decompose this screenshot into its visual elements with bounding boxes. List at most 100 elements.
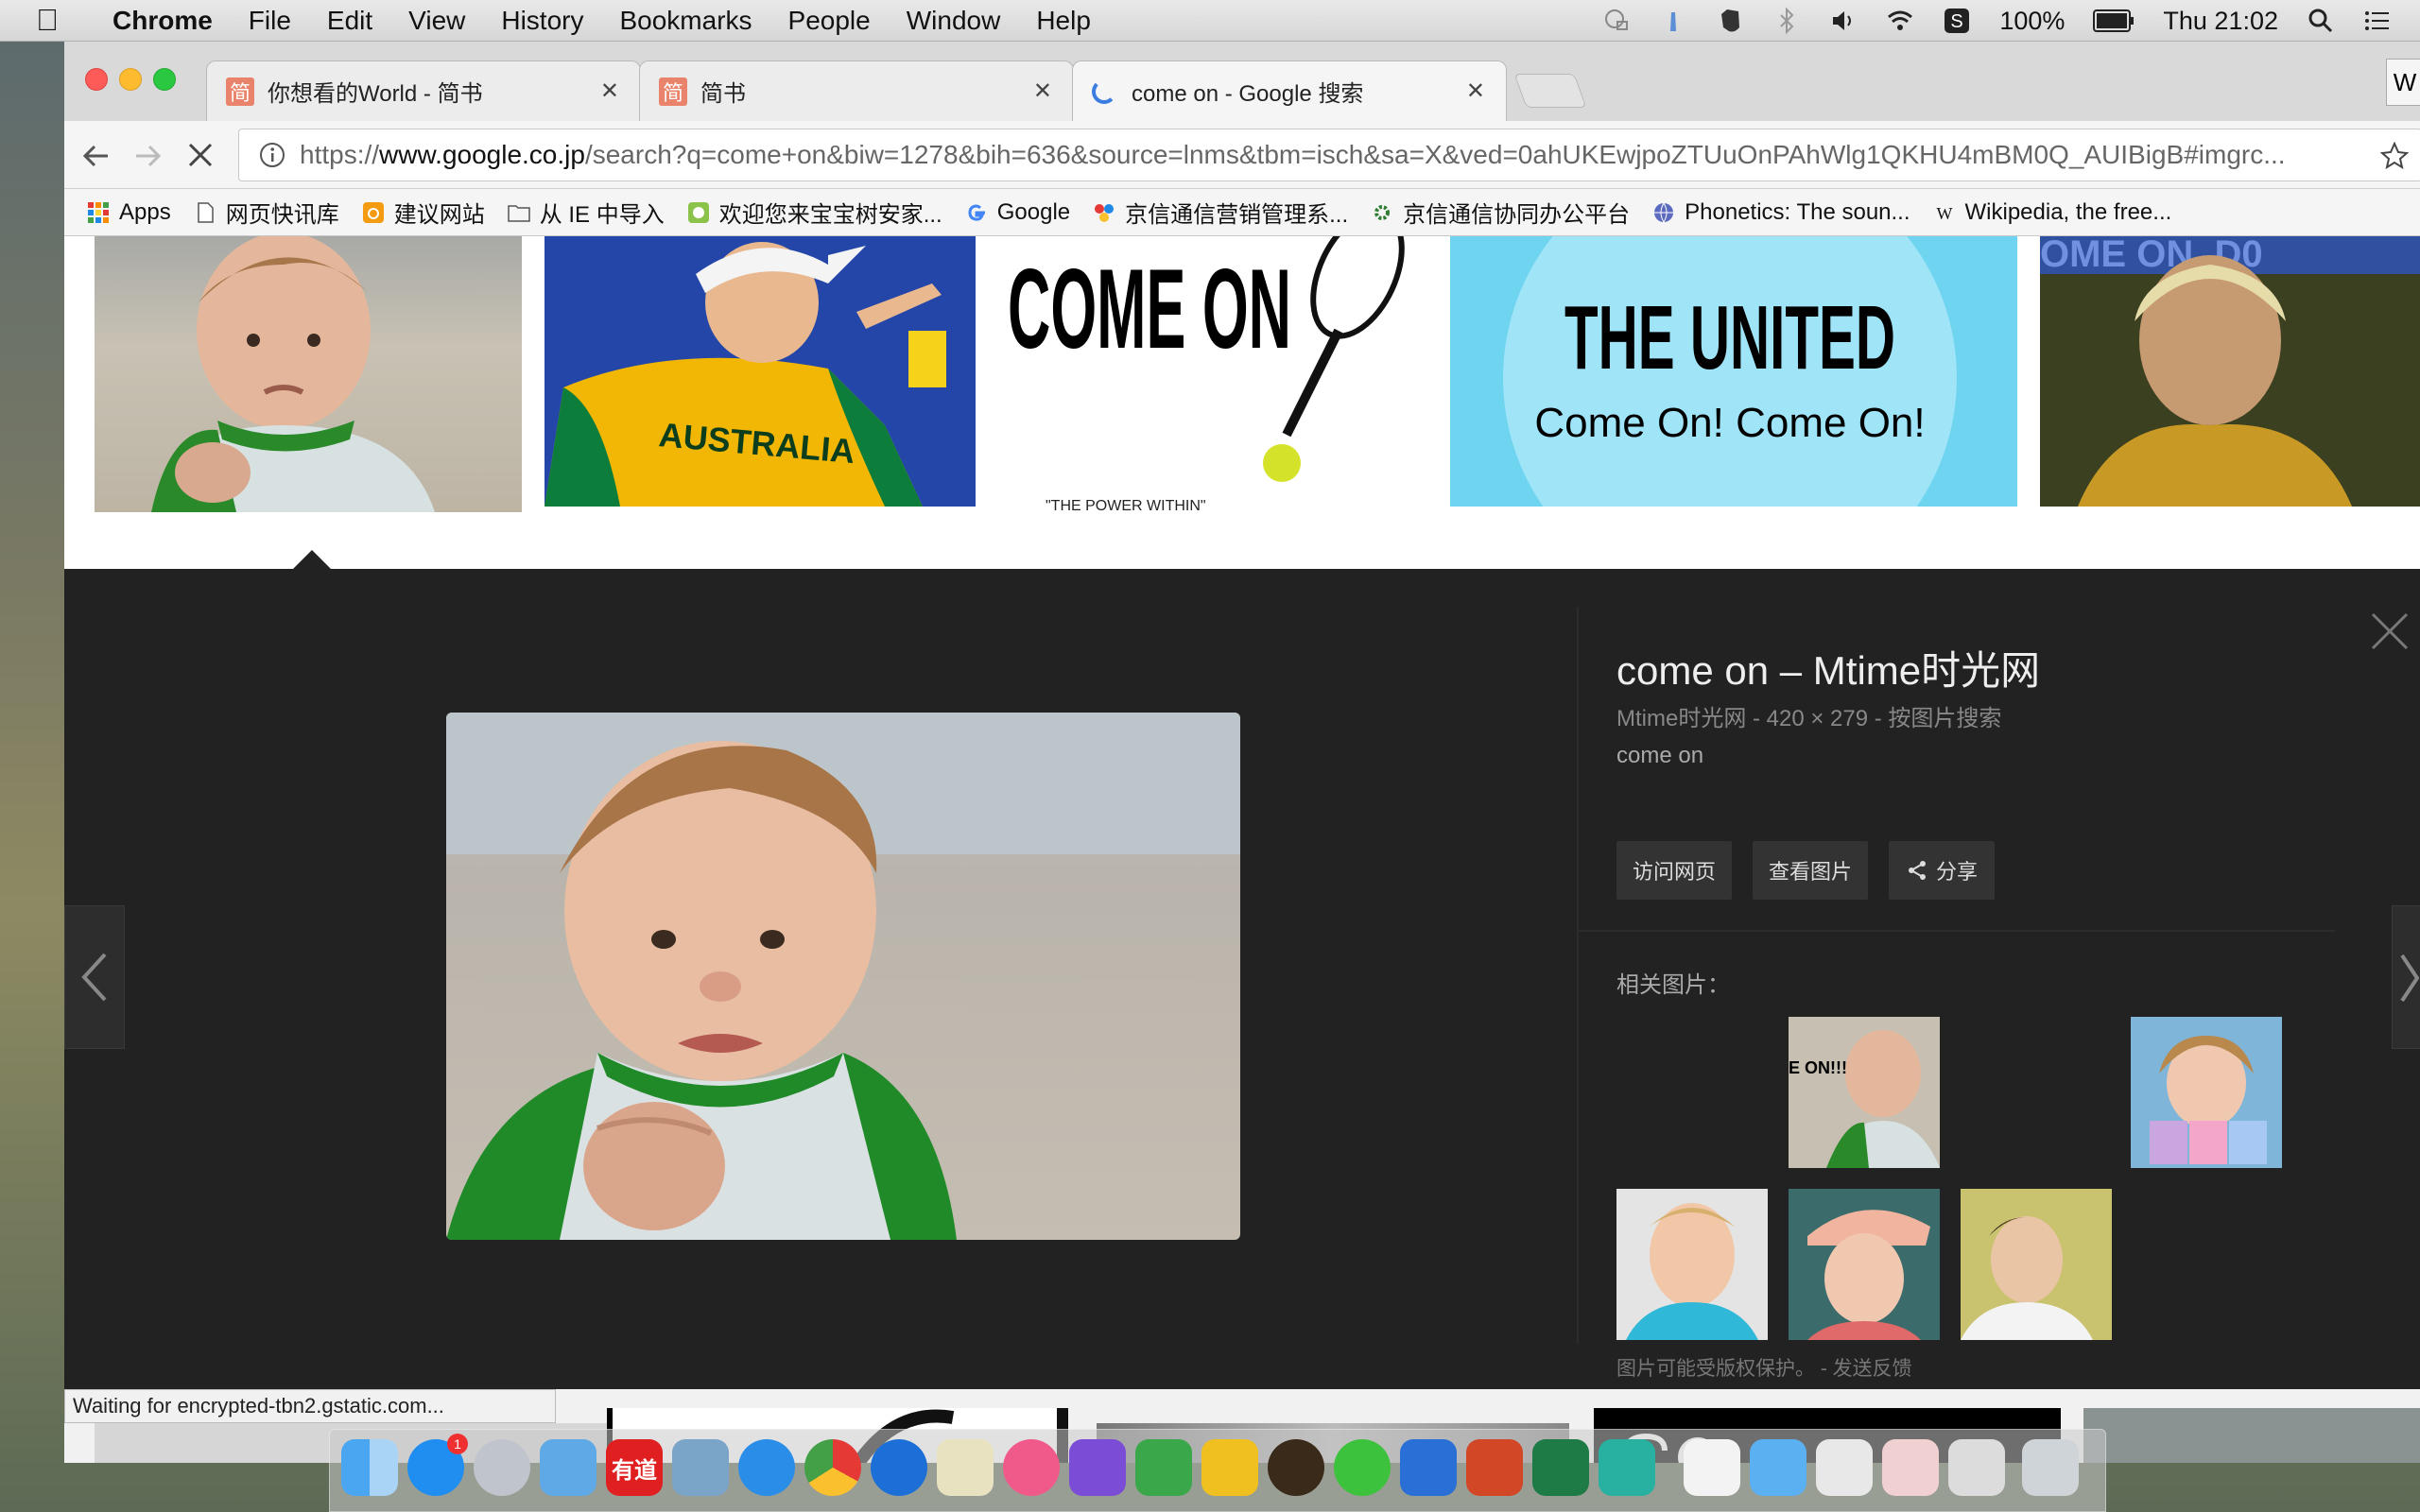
stop-loading-icon[interactable] [185,140,216,170]
close-preview-icon[interactable] [2371,612,2409,650]
related-image-3[interactable] [1616,1189,1768,1340]
itunes-icon[interactable] [1003,1439,1060,1496]
tab-title: 简书 [700,81,746,107]
qq-browser-icon[interactable] [871,1439,927,1496]
search-bubble-icon[interactable] [1602,7,1631,35]
tab-jianshu-world[interactable]: 简 你想看的World - 简书 ✕ [206,60,641,121]
menu-file[interactable]: File [231,6,309,36]
result-image-bottom-5[interactable] [2083,1408,2420,1463]
omnifocus-icon[interactable] [1069,1439,1126,1496]
volume-icon[interactable] [1829,7,1858,35]
safari-icon[interactable] [738,1439,795,1496]
related-image-4[interactable] [1789,1189,1940,1340]
downloads-stack-icon[interactable] [1816,1439,1873,1496]
result-image-baby[interactable] [95,236,522,512]
info-icon[interactable] [258,141,286,169]
related-image-2[interactable] [2131,1017,2282,1168]
finder-icon[interactable] [341,1439,398,1496]
close-window-button[interactable] [85,68,108,91]
zoom-window-button[interactable] [153,68,176,91]
bookmark-jingxin-office[interactable]: 京信通信协同办公平台 [1371,196,1630,229]
app-menu[interactable]: Chrome [95,6,231,36]
wifi-icon[interactable] [1886,7,1914,35]
bookmark-phonetics[interactable]: Phonetics: The soun... [1652,199,1910,226]
evernote-icon[interactable] [1716,7,1744,35]
preview-app-icon[interactable] [540,1439,596,1496]
result-image-australia[interactable]: AUSTRALIA [544,236,976,507]
bookmark-suggested-sites[interactable]: 建议网站 [362,196,485,229]
launchpad-icon[interactable] [474,1439,530,1496]
share-button[interactable]: 分享 [1889,841,1995,900]
sogou-input-icon[interactable]: S [1943,7,1971,35]
minimize-window-button[interactable] [119,68,142,91]
bookmark-folder-ie-import[interactable]: 从 IE 中导入 [507,196,665,229]
document-icon[interactable] [1684,1439,1740,1496]
bluetooth-icon[interactable] [1772,7,1801,35]
the-united-image: THE UNITED Come On! Come On! [1503,236,1957,507]
word-icon[interactable] [1400,1439,1457,1496]
tab-title: 你想看的World - 简书 [268,81,483,107]
menu-help[interactable]: Help [1018,6,1109,36]
screenshot-stack-icon[interactable] [1882,1439,1939,1496]
forward-arrow-icon[interactable] [132,140,164,172]
bookmark-web-slices[interactable]: 网页快讯库 [194,196,339,229]
profile-button[interactable]: W [2386,59,2420,106]
notification-center-icon[interactable] [2363,7,2392,35]
chrome-icon[interactable] [804,1439,861,1496]
preview-meta[interactable]: Mtime时光网 - 420 × 279 - 按图片搜索 [1616,699,2001,732]
bookmark-jingxin-marketing[interactable]: 京信通信营销管理系... [1093,196,1348,229]
folder-dock-icon[interactable] [1750,1439,1806,1496]
spotlight-search-icon[interactable] [2307,7,2335,35]
visit-page-button[interactable]: 访问网页 [1616,841,1732,900]
result-image-the-united[interactable]: THE UNITED Come On! Come On! [1450,236,2017,507]
result-image-old-man[interactable]: OME ON, D0 [2040,236,2420,507]
tab-google-search[interactable]: come on - Google 搜索 ✕ [1072,60,1507,121]
tab-close-icon[interactable]: ✕ [600,77,619,105]
app-store-icon[interactable]: 1 [407,1434,468,1496]
files-stack-icon[interactable] [1948,1439,2005,1496]
tab-jianshu[interactable]: 简 简书 ✕ [639,60,1074,121]
powerpoint-icon[interactable] [1466,1439,1523,1496]
bookmark-google[interactable]: Google [965,199,1070,226]
image-capture-icon[interactable] [672,1439,729,1496]
related-image-1[interactable]: E ON!!! [1789,1017,1940,1168]
bookmark-label: Phonetics: The soun... [1685,198,1910,225]
menu-bookmarks[interactable]: Bookmarks [601,6,769,36]
bookmark-apps[interactable]: Apps [87,199,171,226]
address-bar[interactable]: https://www.google.co.jp/search?q=come+o… [238,129,2420,181]
pen-icon[interactable] [1659,7,1687,35]
bookmark-wikipedia[interactable]: W Wikipedia, the free... [1933,199,2171,226]
menu-people[interactable]: People [770,6,889,36]
bookmark-babytree[interactable]: 欢迎您来宝宝树安家... [687,196,942,229]
copyright-feedback[interactable]: 图片可能受版权保护。 - 发送反馈 [1616,1353,1912,1382]
battery-icon[interactable] [2093,9,2135,33]
evernote-dock-icon[interactable] [1135,1439,1192,1496]
preview-image[interactable] [446,713,1240,1240]
tab-close-icon[interactable]: ✕ [1466,77,1485,105]
mindnode-icon[interactable] [1599,1439,1655,1496]
youdao-dict-icon[interactable]: 有道 [606,1439,663,1496]
menu-view[interactable]: View [390,6,483,36]
menu-history[interactable]: History [483,6,601,36]
tab-close-icon[interactable]: ✕ [1033,77,1052,105]
battery-percent[interactable]: 100% [1999,7,2065,36]
bookmark-star-icon[interactable] [2380,142,2409,170]
apple-icon[interactable]:  [0,3,95,38]
speaker-app-icon[interactable] [1268,1439,1324,1496]
pencil-app-icon[interactable] [937,1439,994,1496]
menu-edit[interactable]: Edit [309,6,390,36]
excel-icon[interactable] [1532,1439,1589,1496]
related-image-5[interactable] [1961,1189,2112,1340]
next-image-button[interactable] [2392,905,2420,1049]
new-tab-button[interactable] [1513,74,1587,108]
back-arrow-icon[interactable] [79,140,112,172]
previous-image-button[interactable] [64,905,125,1049]
result-image-come-on-tennis[interactable]: COME ON "THE POWER WITHIN" [998,236,1429,512]
menu-window[interactable]: Window [889,6,1019,36]
marginnote-icon[interactable] [1201,1439,1258,1496]
view-image-button[interactable]: 查看图片 [1753,841,1868,900]
wechat-icon[interactable] [1334,1439,1391,1496]
preview-title[interactable]: come on – Mtime时光网 [1616,639,2040,696]
clock[interactable]: Thu 21:02 [2163,7,2278,36]
trash-icon[interactable] [2022,1439,2079,1496]
